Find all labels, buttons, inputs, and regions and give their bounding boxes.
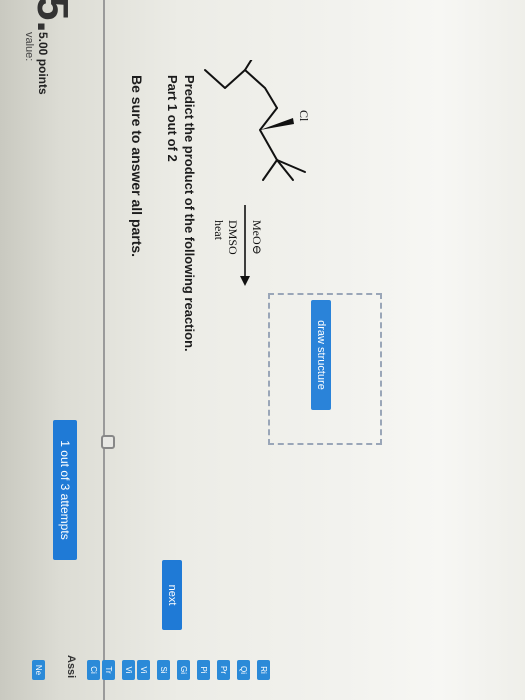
question-number: 5. [28,0,77,33]
molecule-chain-upper [204,69,278,109]
instructions-text: Be sure to answer all parts. [129,75,145,258]
sidebar-top-tab[interactable]: Ne [32,660,45,680]
question-points: 5.00 points [36,32,50,95]
sidebar-tab-10[interactable]: Ri [257,660,270,680]
sidebar-tab-4[interactable]: Vi [137,660,150,680]
sidebar-tab-8[interactable]: Pr [217,660,230,680]
molecule-chain-lower [259,107,278,161]
reaction-arrow-head [240,276,250,286]
question-value-label: value: [23,32,35,62]
sidebar-tab-5[interactable]: Si [157,660,170,680]
reagent-label: MeO⊖ [250,220,264,255]
divider-notch [101,435,115,449]
attempts-badge: 1 out of 3 attempts [53,420,77,560]
sidebar-header: Assi [65,655,77,679]
draw-structure-button[interactable]: draw structure [311,300,331,410]
sidebar-tab-3[interactable]: Vi [122,660,135,680]
condition-label: heat [212,220,226,241]
solvent-label: DMSO [226,220,240,255]
sidebar-tab-6[interactable]: Gi [177,660,190,680]
question-panel: 5. 5.00 points value: 1 out of 3 attempt… [0,0,525,700]
next-button[interactable]: next [162,560,182,630]
reaction-scheme: Cl MeO⊖ DMSO heat [204,60,311,286]
sidebar-tab-1[interactable]: Ci [87,660,100,680]
sidebar-tab-7[interactable]: Pi [197,660,210,680]
sidebar-tab-2[interactable]: Tr [102,660,115,680]
substituent-label: Cl [297,110,311,122]
sidebar-tab-9[interactable]: Qi [237,660,250,680]
header-divider [103,0,105,700]
